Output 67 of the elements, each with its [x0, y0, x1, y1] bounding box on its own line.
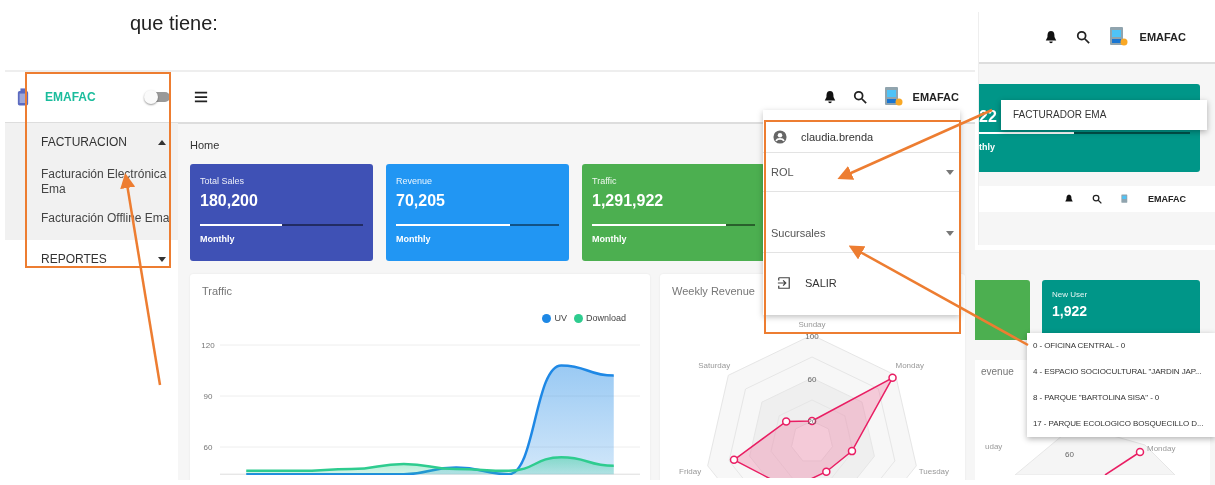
logo-icon — [17, 88, 29, 106]
user-name[interactable]: EMAFAC — [1139, 31, 1186, 43]
axis-tick: 90 — [203, 392, 213, 401]
bell-icon[interactable] — [1064, 194, 1074, 204]
axis-label: Monday — [1147, 444, 1176, 453]
menu-group[interactable]: FACTURACION — [5, 123, 178, 161]
caption-text: que tiene: — [130, 12, 218, 35]
card-footer: Monthly — [396, 234, 559, 244]
card-title: Traffic — [592, 176, 618, 186]
select-field[interactable]: ROL — [763, 153, 960, 192]
card-value: 180,200 — [200, 192, 259, 210]
card-footer: Monthly — [200, 234, 363, 244]
user-name[interactable]: EMAFAC — [1148, 194, 1186, 204]
brand-name: EMAFAC — [45, 90, 97, 104]
chart-title: evenue — [981, 366, 1014, 378]
axis-label: Tuesday — [918, 466, 950, 476]
axis-label: Friday — [679, 466, 702, 476]
axis-label: Monday — [895, 361, 924, 371]
card-value: 1,291,922 — [592, 192, 665, 210]
card-title: Total Sales — [200, 176, 246, 186]
toggle-switch[interactable] — [146, 92, 170, 102]
dropdown-option[interactable]: 0 - OFICINA CENTRAL - 0 — [1027, 333, 1215, 359]
sidebar-item[interactable]: Facturación Electrónica Ema — [5, 161, 178, 205]
menu-group[interactable]: REPORTES — [5, 240, 178, 278]
card-value: 70,205 — [396, 192, 446, 210]
card-footer: Monthly — [592, 234, 755, 244]
dropdown-option[interactable]: FACTURADOR EMA — [1001, 100, 1207, 130]
search-icon[interactable] — [852, 90, 867, 104]
menu-icon[interactable] — [194, 90, 208, 104]
card-title: New User — [1052, 290, 1089, 299]
caret-icon — [946, 230, 954, 236]
select-field[interactable]: Sucursales — [763, 214, 960, 253]
axis-tick: 60 — [1065, 450, 1074, 459]
logout-item[interactable]: SALIR — [773, 272, 841, 294]
axis-label: uday — [985, 442, 1003, 451]
axis-tick: 60 — [203, 443, 213, 452]
logout-icon — [777, 276, 791, 290]
caret-icon — [946, 169, 954, 175]
bell-icon[interactable] — [1043, 30, 1058, 44]
bell-icon[interactable] — [822, 90, 837, 104]
axis-tick: 60 — [807, 375, 817, 384]
caret-icon — [158, 139, 166, 145]
card-title: Revenue — [396, 176, 434, 186]
axis-label: Saturday — [698, 361, 731, 371]
dropdown-option[interactable]: 17 - PARQUE ECOLOGICO BOSQUECILLO D... — [1027, 411, 1215, 437]
card-value: 1,922 — [1052, 303, 1089, 319]
caret-icon — [158, 256, 166, 262]
card-footer: thly — [979, 142, 995, 152]
stat-card — [975, 280, 1030, 340]
user-name[interactable]: EMAFAC — [912, 91, 959, 103]
search-icon[interactable] — [1092, 194, 1102, 204]
axis-label: Sunday — [798, 320, 826, 329]
chart-title: Traffic — [202, 286, 232, 297]
account-icon — [773, 130, 787, 144]
axis-tick: 120 — [201, 341, 215, 350]
app-icon[interactable] — [1107, 26, 1128, 48]
user-name: claudia.brenda — [801, 131, 874, 143]
app-icon[interactable] — [1120, 194, 1130, 204]
dropdown-option[interactable]: 8 - PARQUE "BARTOLINA SISA" - 0 — [1027, 385, 1215, 411]
search-icon[interactable] — [1075, 30, 1090, 44]
axis-tick: 100 — [805, 332, 819, 341]
legend-label: UV — [554, 313, 567, 323]
chart-title: Weekly Revenue — [672, 286, 755, 297]
app-icon[interactable] — [882, 86, 903, 108]
legend-label: Download — [585, 313, 626, 323]
dropdown-option[interactable]: 4 - ESPACIO SOCIOCULTURAL "JARDIN JAP... — [1027, 359, 1215, 385]
breadcrumb[interactable]: Home — [190, 134, 220, 156]
